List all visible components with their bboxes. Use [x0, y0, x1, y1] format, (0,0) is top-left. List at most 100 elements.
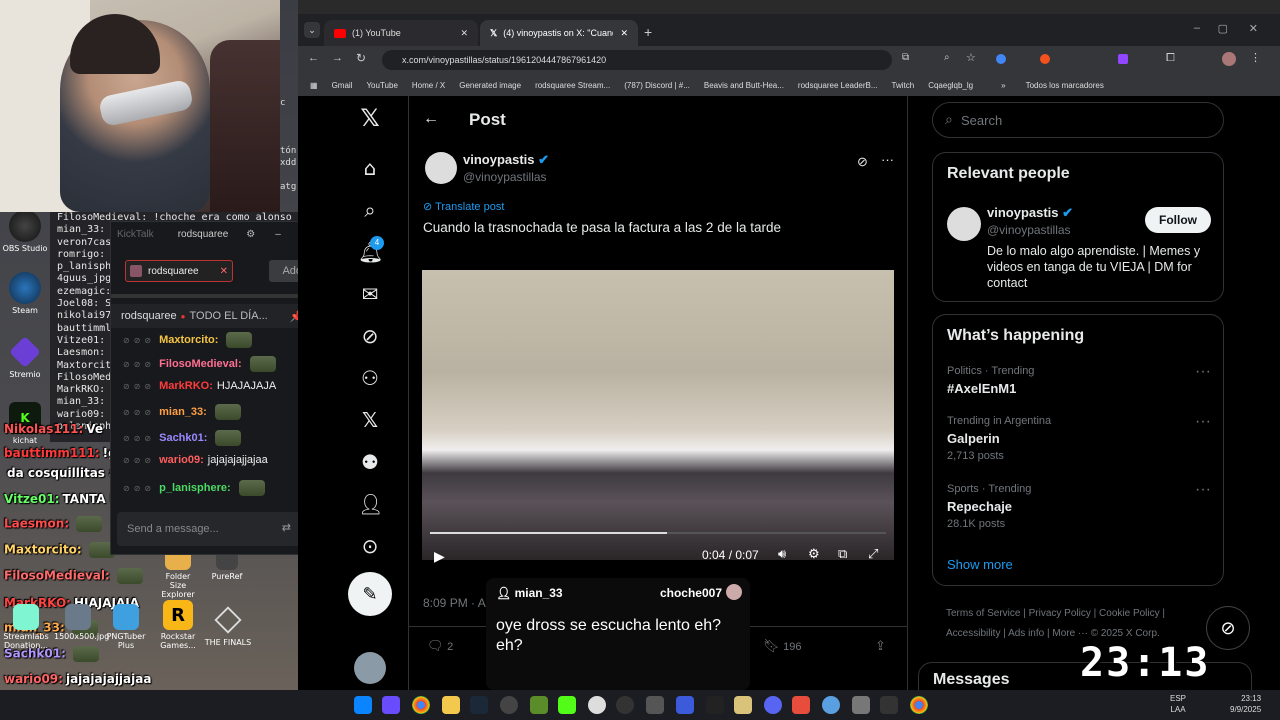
bookmark-gmail[interactable]: Gmail [332, 81, 353, 90]
kick-chat-message[interactable]: ⊘⊘⊘ wario09: jajajajajjajaa [123, 454, 268, 466]
grok-icon[interactable]: ⊘ [358, 324, 382, 348]
emote-toggle-icon[interactable]: ⇄ [282, 521, 291, 534]
mod-actions-icon[interactable]: ⊘⊘⊘ [123, 360, 155, 369]
desktop-icon-steam[interactable]: Steam [0, 272, 50, 315]
extensions-puzzle-icon[interactable]: ⧠ [1166, 52, 1175, 65]
window-maximize[interactable]: ▢ [1218, 22, 1228, 35]
kick-chat-message[interactable]: ⊘⊘⊘ Maxtorcito: [123, 332, 253, 348]
mod-actions-icon[interactable]: ⊘⊘⊘ [123, 336, 155, 345]
terminal-icon[interactable] [880, 696, 898, 714]
kick-chat-message[interactable]: ⊘⊘⊘ MarkRKO: HJAJAJAJA [123, 380, 276, 392]
new-tab-button[interactable]: + [644, 24, 652, 40]
file-explorer-icon[interactable] [442, 696, 460, 714]
tab-search-icon[interactable]: ⌄ [304, 22, 320, 38]
minecraft-icon[interactable] [530, 696, 548, 714]
bookmark-youtube[interactable]: YouTube [366, 81, 397, 90]
app-icon[interactable] [852, 696, 870, 714]
settings-icon[interactable] [646, 696, 664, 714]
video-settings-icon[interactable]: ⚙ [808, 546, 820, 562]
chat-username[interactable]: mian_33: [159, 406, 207, 418]
settings-icon[interactable]: ⚙ [246, 229, 255, 240]
mod-actions-icon[interactable]: ⊘⊘⊘ [123, 456, 155, 465]
reply-button[interactable]: 🗨︎ 2 [427, 638, 453, 654]
fullscreen-icon[interactable]: ⤢ [868, 546, 878, 562]
bookmark-beavis[interactable]: Beavis and Butt-Hea... [704, 81, 784, 90]
bookmarks-overflow-icon[interactable]: » [1001, 81, 1005, 90]
compose-post-button[interactable]: ✎ [348, 572, 392, 616]
tab-close-icon[interactable]: ✕ [460, 28, 468, 39]
account-avatar[interactable] [354, 652, 386, 684]
show-more-link[interactable]: Show more [947, 557, 1013, 572]
chat-username[interactable]: FilosoMedieval: [159, 358, 242, 370]
post-more-icon[interactable]: ··· [881, 152, 894, 167]
app-icon[interactable] [616, 696, 634, 714]
back-icon[interactable]: ← [308, 52, 319, 64]
app-icon[interactable] [676, 696, 694, 714]
app-icon[interactable] [792, 696, 810, 714]
bookmark-button[interactable]: 🔖︎ 196 [763, 638, 802, 654]
premium-x-icon[interactable]: 𝕏 [358, 408, 382, 432]
tab-close-icon[interactable]: ✕ [620, 28, 628, 39]
app-icon[interactable] [706, 696, 724, 714]
bookmark-twitch[interactable]: Twitch [892, 81, 915, 90]
bookmark-generated-image[interactable]: Generated image [459, 81, 521, 90]
kick-chat-message[interactable]: ⊘⊘⊘ mian_33: [123, 404, 241, 420]
tab-x-post[interactable]: 𝕏 (4) vinoypastis on X: "Cuando l... ✕ [480, 20, 638, 46]
apps-grid-icon[interactable]: ▦ [310, 81, 318, 90]
desktop-icon-image[interactable]: 1500x500.jpg [54, 604, 109, 641]
trend-item[interactable]: Politics · Trending #AxelEnM1 [947, 365, 1034, 396]
translate-post-link[interactable]: ⊘ Translate post [423, 200, 504, 213]
search-input[interactable]: ⌕ Search [932, 102, 1224, 138]
kick-chat-message[interactable]: ⊘⊘⊘ p_lanisphere: [123, 480, 265, 496]
chat-username[interactable]: p_lanisphere: [159, 482, 231, 494]
desktop-icon-obs[interactable]: OBS Studio [0, 210, 50, 253]
author-name[interactable]: vinoypastis ✔ [463, 152, 549, 168]
reload-icon[interactable]: ↻ [356, 51, 366, 65]
desktop-icon-pngtuber[interactable]: PNGTuber Plus [104, 604, 148, 650]
bookmark-discord[interactable]: (787) Discord | #... [624, 81, 690, 90]
channel-tab-rodsquaree[interactable]: rodsquaree ✕ [125, 260, 233, 282]
obs-icon[interactable] [588, 696, 606, 714]
post-timestamp[interactable]: 8:09 PM · A [423, 596, 486, 610]
verified-orgs-icon[interactable]: ⚉ [358, 450, 382, 474]
window-minimize[interactable]: – [1194, 22, 1200, 34]
desktop-icon-stremio[interactable]: Stremio [0, 336, 50, 379]
trend-more-icon[interactable]: ··· [1195, 481, 1211, 499]
play-icon[interactable]: ▶ [434, 548, 445, 565]
video-progress-track[interactable] [430, 532, 886, 534]
trend-more-icon[interactable]: ··· [1195, 363, 1211, 381]
relevant-handle[interactable]: @vinoypastillas [987, 223, 1071, 237]
steam-icon[interactable] [470, 696, 488, 714]
video-player[interactable]: ▶ 0:04 / 0:07 🔊︎ ⚙ ⧉ ⤢ [422, 246, 894, 572]
discord-icon[interactable] [764, 696, 782, 714]
window-close[interactable]: ✕ [1249, 22, 1258, 35]
volume-icon[interactable]: 🔊︎ [778, 546, 786, 562]
close-tab-icon[interactable]: ✕ [220, 266, 228, 277]
zoom-icon[interactable]: ⌕ [944, 52, 950, 63]
desktop-icon-streamlabs[interactable]: Streamlabs Donation... [0, 604, 52, 650]
profile-icon[interactable]: 👤︎ [358, 492, 383, 516]
profile-avatar[interactable] [1222, 52, 1236, 66]
bookmarks-all-folder[interactable]: Todos los marcadores [1026, 81, 1104, 90]
extension-icon[interactable] [996, 54, 1006, 64]
trend-more-icon[interactable]: ··· [1195, 413, 1211, 431]
install-icon[interactable]: ⧉ [902, 52, 909, 63]
trend-item[interactable]: Trending in Argentina Galperin 2,713 pos… [947, 415, 1051, 462]
desktop-icon-thefinals[interactable]: THE FINALS [204, 604, 252, 647]
desktop-icon-folder-size[interactable]: Folder Size Explorer [158, 548, 198, 599]
menu-kebab-icon[interactable]: ⋮ [1250, 51, 1261, 64]
bookmark-home-x[interactable]: Home / X [412, 81, 445, 90]
bookmark-cqaeglqb[interactable]: Cqaeglqb_lg [928, 81, 973, 90]
extension-icon[interactable] [1040, 54, 1050, 64]
pip-icon[interactable]: ⧉ [838, 546, 847, 562]
mod-actions-icon[interactable]: ⊘⊘⊘ [123, 484, 155, 493]
app-icon[interactable] [382, 696, 400, 714]
x-logo-icon[interactable]: 𝕏 [358, 106, 382, 130]
chat-username[interactable]: wario09: [159, 454, 204, 466]
mod-actions-icon[interactable]: ⊘⊘⊘ [123, 382, 155, 391]
follow-button[interactable]: Follow [1145, 207, 1211, 233]
chat-username[interactable]: Sachk01: [159, 432, 207, 444]
forward-icon[interactable]: → [332, 52, 343, 64]
notes-icon[interactable] [734, 696, 752, 714]
home-icon[interactable]: ⌂ [358, 156, 382, 180]
